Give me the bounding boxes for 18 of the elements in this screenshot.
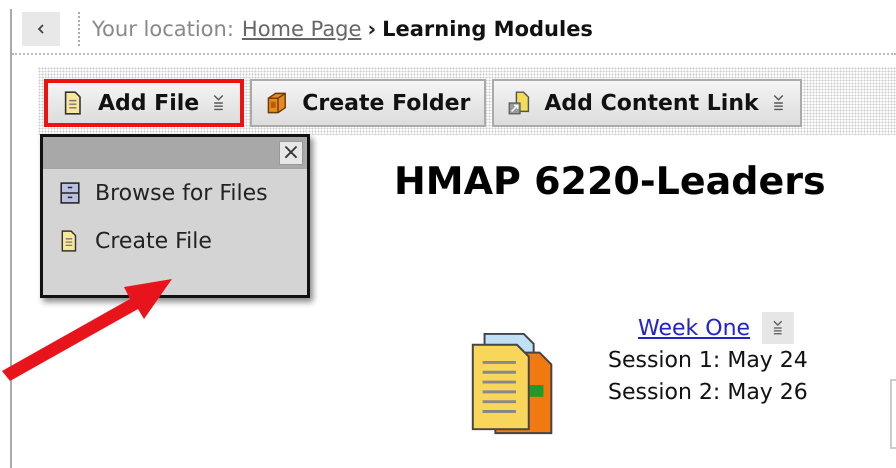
- breadcrumb-separator: ›: [367, 17, 376, 41]
- item-description: Session 1: May 24: [608, 347, 808, 375]
- home-page-link[interactable]: Home Page: [242, 17, 362, 41]
- chevron-left-icon: [36, 24, 46, 34]
- close-button[interactable]: ×: [279, 141, 303, 165]
- menu-item[interactable]: Browse for Files: [43, 169, 307, 217]
- toolbar-button[interactable]: Create Folder: [250, 79, 486, 127]
- drawer-icon: [59, 182, 81, 204]
- toolbar-button[interactable]: Add File: [44, 79, 244, 127]
- menu-item[interactable]: Create File: [43, 217, 307, 265]
- location-label: Your location:: [92, 17, 234, 41]
- item-title-link[interactable]: Week One: [638, 316, 750, 340]
- page-heading: HMAP 6220-Leaders: [394, 159, 826, 203]
- current-location: Learning Modules: [382, 17, 593, 41]
- toolbar-button[interactable]: Add Content Link: [492, 79, 802, 127]
- item-description: Session 2: May 26: [608, 379, 808, 407]
- item-menu-button[interactable]: [762, 312, 794, 344]
- menu-caret-icon: [771, 319, 785, 337]
